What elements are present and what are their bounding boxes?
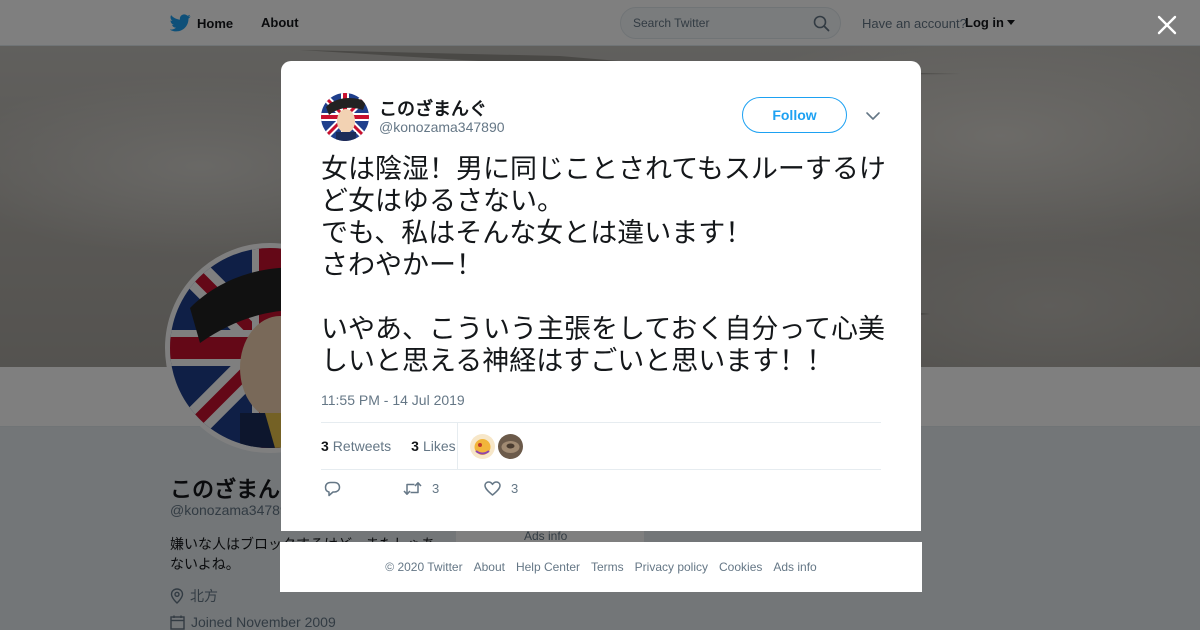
retweet-button[interactable]: 3 <box>403 481 439 496</box>
tweet-avatar-illustration <box>321 93 369 141</box>
footer-link-about[interactable]: About <box>474 560 505 574</box>
liker-avatar[interactable] <box>470 434 495 459</box>
tweet-author-avatar[interactable] <box>321 93 369 141</box>
footer-link-help-center[interactable]: Help Center <box>516 560 580 574</box>
modal-footer: © 2020 Twitter About Help Center Terms P… <box>280 542 922 592</box>
footer-copyright: © 2020 Twitter <box>385 560 463 574</box>
like-count: 3 <box>511 481 519 496</box>
footer-link-terms[interactable]: Terms <box>591 560 624 574</box>
footer-link-ads-info[interactable]: Ads info <box>773 560 816 574</box>
chevron-down-icon[interactable] <box>865 108 881 124</box>
liker-avatar-image <box>470 434 495 459</box>
like-icon <box>484 481 501 496</box>
retweet-icon <box>403 482 422 495</box>
reply-icon <box>324 481 341 497</box>
retweet-count: 3 <box>432 481 440 496</box>
liker-avatar[interactable] <box>498 434 523 459</box>
divider <box>321 469 881 470</box>
tweet-author-name[interactable]: このざまんぐ <box>379 95 487 121</box>
follow-button[interactable]: Follow <box>742 97 847 133</box>
liker-avatar-image <box>498 434 523 459</box>
tweet-text: 女は陰湿！男に同じことされてもスルーするけど女はゆるさない。 でも、私はそんな女… <box>321 154 886 377</box>
footer-link-privacy[interactable]: Privacy policy <box>635 560 708 574</box>
likes-count: 3 <box>411 438 419 454</box>
retweets-count: 3 <box>321 438 329 454</box>
retweets-label: Retweets <box>332 438 392 454</box>
retweets-stat[interactable]: 3 Retweets <box>321 438 391 454</box>
like-button[interactable]: 3 <box>484 481 518 496</box>
likes-stat[interactable]: 3 Likes <box>411 438 455 454</box>
tweet-timestamp[interactable]: 11:55 PM - 14 Jul 2019 <box>321 392 465 408</box>
tweet-permalink-modal: このざまんぐ @konozama347890 Follow 女は陰湿！男に同じこ… <box>281 61 921 531</box>
close-icon[interactable] <box>1155 13 1179 37</box>
reply-button[interactable] <box>324 481 341 497</box>
tweet-author-handle[interactable]: @konozama347890 <box>379 119 505 135</box>
footer-link-cookies[interactable]: Cookies <box>719 560 762 574</box>
likes-label: Likes <box>422 438 456 454</box>
stats-separator <box>457 423 458 470</box>
tweet-stats: 3 Retweets 3 Likes <box>321 423 466 469</box>
